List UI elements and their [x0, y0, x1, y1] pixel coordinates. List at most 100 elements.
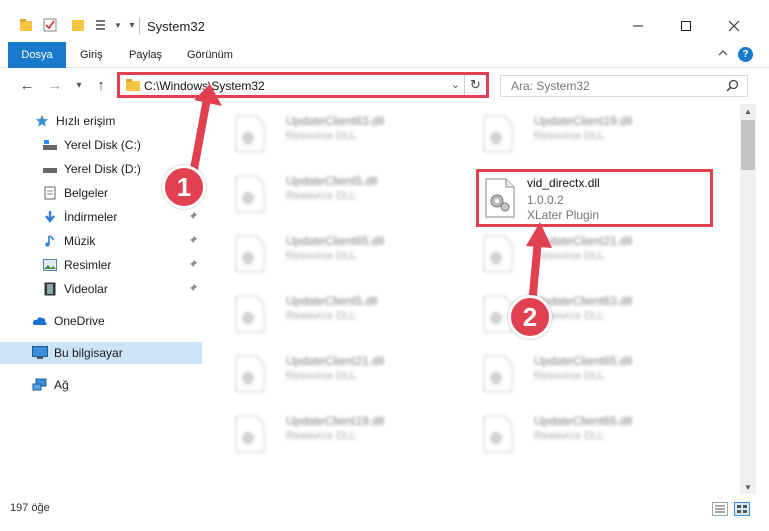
file-description: Resource DLL — [534, 250, 605, 262]
details-view-icon[interactable] — [712, 502, 728, 516]
sidebar-item-label: Resimler — [64, 258, 112, 272]
file-description: XLater Plugin — [527, 208, 600, 222]
file-name: UpdateClient65.dll — [534, 354, 633, 368]
file-name: UpdateClient65.dll — [286, 234, 385, 248]
minimize-icon — [633, 25, 643, 27]
star-icon — [34, 113, 50, 129]
file-name: vid_directx.dll — [527, 176, 600, 190]
list-item[interactable]: UpdateClient65.dll Resource DLL — [224, 228, 464, 278]
sidebar-item-pictures[interactable]: Resimler — [0, 254, 202, 276]
documents-icon — [42, 185, 58, 201]
scroll-up-icon[interactable]: ▲ — [740, 104, 756, 118]
list-item[interactable]: UpdateClient5.dll Resource DLL — [224, 288, 464, 338]
folder-icon — [18, 17, 34, 33]
file-description: Resource DLL — [534, 430, 605, 442]
sidebar-item-local-disk-c[interactable]: Yerel Disk (C:) — [0, 134, 202, 156]
sidebar-item-music[interactable]: Müzik — [0, 230, 202, 252]
navigation-bar: ← → ▾ ↑ C:\Windows\System32 ⌄ ↻ Ara: Sys… — [0, 68, 769, 102]
tab-home[interactable]: Giriş — [80, 42, 103, 68]
window-title: System32 — [147, 19, 205, 34]
scroll-down-icon[interactable]: ▼ — [740, 480, 756, 494]
ribbon-tabs: Dosya Giriş Paylaş Görünüm ? — [0, 42, 769, 68]
title-bar: ▼ ▾ System32 — [0, 0, 769, 40]
file-description: Resource DLL — [286, 130, 357, 142]
back-arrow-icon[interactable]: ← — [18, 76, 36, 94]
file-description: Resource DLL — [286, 190, 357, 202]
drive-icon — [42, 161, 58, 177]
scrollbar-thumb[interactable] — [741, 120, 755, 170]
title-separator — [139, 18, 140, 34]
sidebar-item-label: Belgeler — [64, 186, 109, 200]
address-path[interactable]: C:\Windows\System32 — [144, 79, 265, 93]
pin-icon[interactable] — [188, 210, 198, 224]
help-icon[interactable]: ? — [738, 47, 753, 62]
file-name: UpdateClient21.dll — [534, 234, 633, 248]
sidebar-item-network[interactable]: Ağ — [0, 374, 202, 396]
new-folder-icon[interactable] — [70, 17, 86, 33]
search-input[interactable]: Ara: System32 — [511, 79, 590, 93]
pin-icon[interactable] — [188, 258, 198, 272]
forward-arrow-icon[interactable]: → — [46, 76, 64, 94]
list-item[interactable]: UpdateClient65.dll Resource DLL — [472, 408, 712, 458]
list-item[interactable]: UpdateClient65.dll Resource DLL — [472, 348, 712, 398]
download-icon — [42, 209, 58, 225]
collapse-ribbon-icon[interactable] — [717, 47, 729, 62]
recent-locations-icon[interactable]: ▾ — [70, 76, 88, 94]
highlighted-file-item[interactable]: vid_directx.dll 1.0.0.2 XLater Plugin — [476, 169, 713, 227]
file-name: UpdateClient63.dll — [286, 114, 385, 128]
list-item[interactable]: UpdateClient63.dll Resource DLL — [224, 108, 464, 158]
sidebar-item-label: Müzik — [64, 234, 96, 248]
item-count: 197 öğe — [10, 502, 50, 514]
file-description: Resource DLL — [286, 370, 357, 382]
minimize-button[interactable] — [615, 12, 661, 40]
file-description: Resource DLL — [534, 130, 605, 142]
list-item[interactable]: UpdateClient21.dll Resource DLL — [224, 348, 464, 398]
file-list: UpdateClient63.dll Resource DLL UpdateCl… — [212, 104, 740, 494]
quick-access-dropdown-icon[interactable]: ▾ — [124, 17, 140, 33]
sidebar-item-quick-access[interactable]: Hızlı erişim — [0, 110, 202, 132]
list-item[interactable]: UpdateClient5.dll Resource DLL — [224, 168, 464, 218]
list-item[interactable]: UpdateClient19.dll Resource DLL — [224, 408, 464, 458]
sidebar-item-videos[interactable]: Videolar — [0, 278, 202, 300]
sidebar-item-this-pc[interactable]: Bu bilgisayar — [0, 342, 202, 364]
customize-toolbar-icon[interactable] — [94, 17, 110, 33]
maximize-icon — [681, 21, 691, 31]
address-bar[interactable]: C:\Windows\System32 ⌄ ↻ — [117, 72, 489, 98]
address-dropdown-icon[interactable]: ⌄ — [451, 78, 460, 91]
step-1-badge: 1 — [162, 165, 206, 209]
file-name: UpdateClient5.dll — [286, 294, 378, 308]
sidebar-item-onedrive[interactable]: OneDrive — [0, 310, 202, 332]
dll-file-icon — [483, 115, 513, 153]
close-button[interactable] — [711, 12, 757, 40]
file-description: Resource DLL — [534, 370, 605, 382]
file-name: UpdateClient19.dll — [286, 414, 385, 428]
list-item[interactable]: UpdateClient21.dll Resource DLL — [472, 228, 712, 278]
video-icon — [42, 281, 58, 297]
properties-icon[interactable] — [42, 17, 58, 33]
search-icon[interactable] — [726, 79, 739, 95]
list-item[interactable]: UpdateClient19.dll Resource DLL — [472, 108, 712, 158]
dll-file-icon — [235, 175, 265, 213]
cloud-icon — [32, 313, 48, 329]
pin-icon[interactable] — [188, 234, 198, 248]
tab-view[interactable]: Görünüm — [187, 42, 233, 68]
tab-share[interactable]: Paylaş — [129, 42, 162, 68]
pin-icon[interactable] — [188, 282, 198, 296]
file-name: UpdateClient19.dll — [534, 114, 633, 128]
up-arrow-icon[interactable]: ↑ — [92, 76, 110, 94]
pictures-icon — [42, 257, 58, 273]
sidebar-item-downloads[interactable]: İndirmeler — [0, 206, 202, 228]
sidebar-item-label: Videolar — [64, 282, 108, 296]
computer-icon — [32, 345, 48, 361]
vertical-scrollbar[interactable]: ▲ ▼ — [740, 104, 756, 494]
navigation-pane: Hızlı erişim Yerel Disk (C:) Yerel Disk … — [0, 104, 208, 494]
sidebar-item-label: OneDrive — [54, 314, 105, 328]
file-description: Resource DLL — [286, 250, 357, 262]
maximize-button[interactable] — [663, 12, 709, 40]
large-icons-view-icon[interactable] — [734, 502, 750, 516]
refresh-icon[interactable]: ↻ — [464, 75, 486, 95]
dll-file-icon — [235, 115, 265, 153]
tab-file[interactable]: Dosya — [8, 42, 66, 68]
search-box[interactable]: Ara: System32 — [500, 75, 748, 97]
dll-file-icon — [483, 235, 513, 273]
